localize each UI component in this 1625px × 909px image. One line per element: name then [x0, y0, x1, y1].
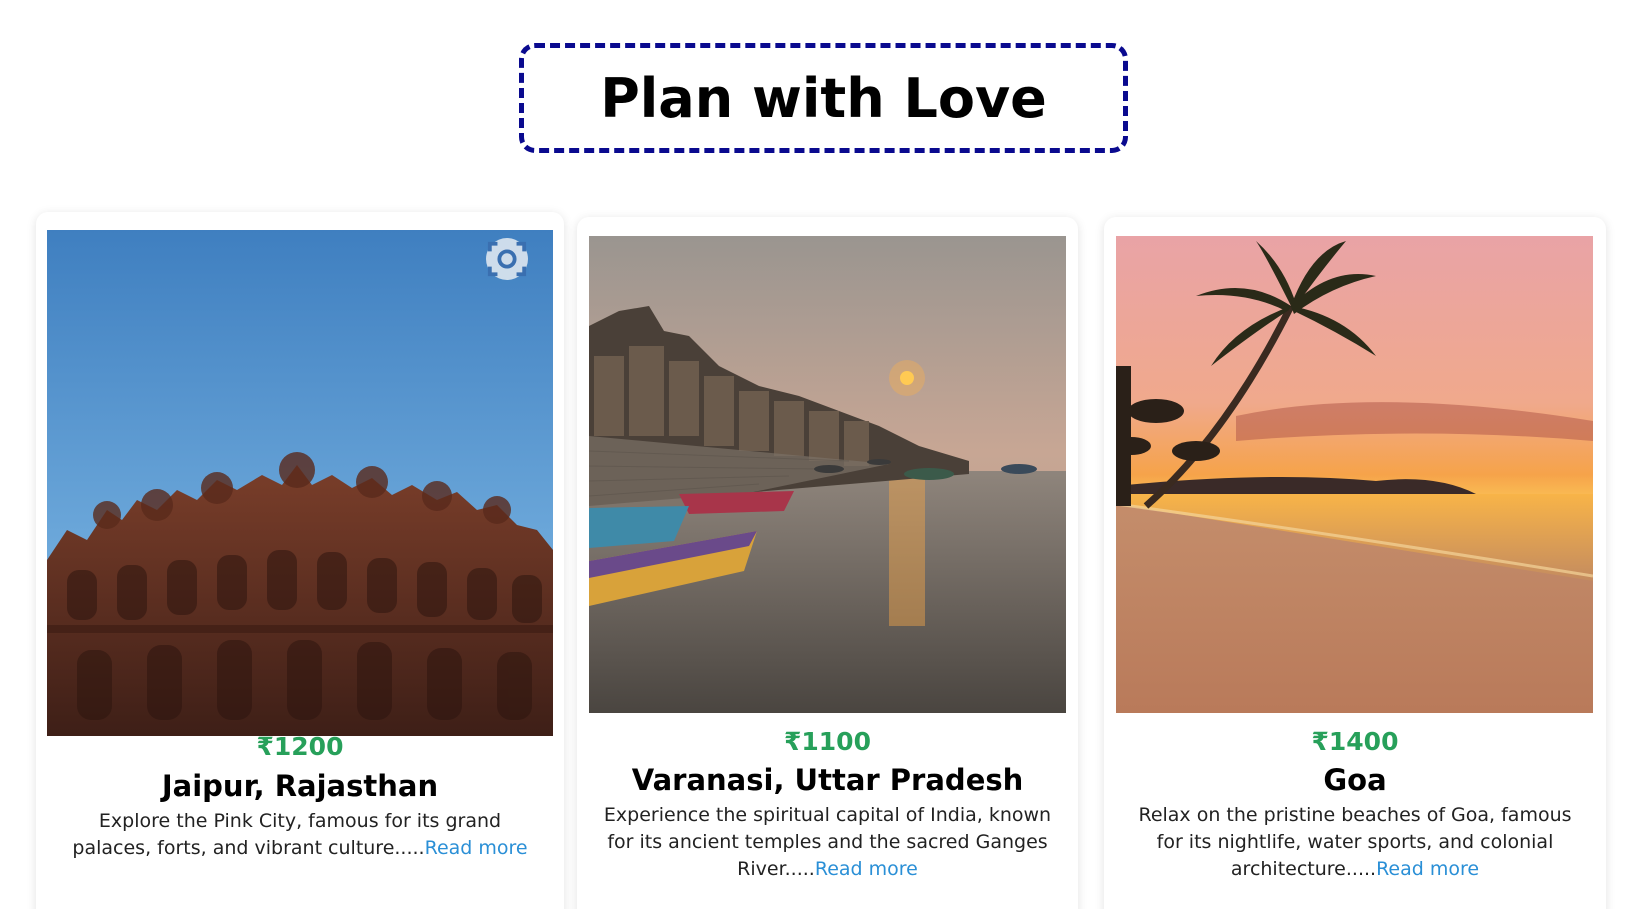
page-title: Plan with Love: [600, 66, 1047, 130]
card-title: Goa: [1323, 763, 1387, 797]
lens-icon: [487, 241, 527, 277]
destination-card-varanasi[interactable]: ₹1100 Varanasi, Uttar Pradesh Experience…: [577, 217, 1078, 909]
card-price: ₹1100: [784, 727, 871, 756]
card-price: ₹1200: [256, 732, 344, 761]
jaipur-image: [47, 230, 553, 736]
card-title: Varanasi, Uttar Pradesh: [631, 763, 1024, 797]
card-description-text: Relax on the pristine beaches of Goa, fa…: [1138, 804, 1572, 880]
card-description: Experience the spiritual capital of Indi…: [597, 802, 1058, 883]
card-description: Relax on the pristine beaches of Goa, fa…: [1124, 802, 1586, 883]
destination-card-jaipur[interactable]: ₹1200 Jaipur, Rajasthan Explore the Pink…: [36, 212, 564, 909]
title-box: Plan with Love: [519, 43, 1128, 153]
destination-card-goa[interactable]: ₹1400 Goa Relax on the pristine beaches …: [1104, 217, 1606, 909]
card-title: Jaipur, Rajasthan: [161, 769, 439, 803]
goa-image: [1116, 236, 1593, 713]
card-description: Explore the Pink City, famous for its gr…: [60, 808, 540, 862]
page: Plan with Love ₹1200 Jaipur, Rajasthan E…: [0, 0, 1625, 909]
read-more-link[interactable]: Read more: [425, 837, 528, 859]
read-more-link[interactable]: Read more: [1376, 858, 1479, 880]
card-price: ₹1400: [1311, 727, 1399, 756]
read-more-link[interactable]: Read more: [815, 858, 918, 880]
varanasi-image: [589, 236, 1066, 713]
visual-search-button[interactable]: [486, 238, 528, 280]
